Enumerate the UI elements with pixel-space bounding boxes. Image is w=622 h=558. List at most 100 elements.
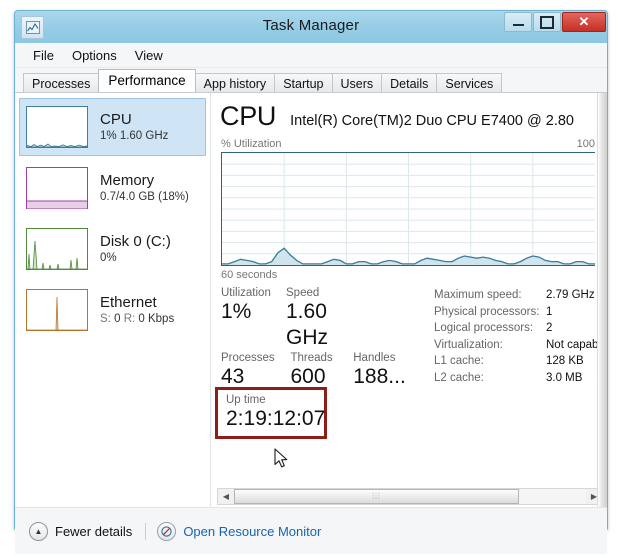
- ethernet-send-value: 0: [114, 313, 121, 326]
- sidebar-item-ethernet-sub: S: 0 R: 0 Kbps: [100, 313, 174, 326]
- ethernet-mini-graph: [26, 289, 88, 331]
- cpu-labels: CPU 1% 1.60 GHz: [100, 111, 168, 143]
- stats-row-2: Processes 43 Threads 600 Handles 188...: [221, 352, 416, 390]
- ethernet-labels: Ethernet S: 0 R: 0 Kbps: [100, 294, 174, 326]
- cpu-header: CPU Intel(R) Core(TM)2 Duo CPU E7400 @ 2…: [211, 93, 607, 132]
- menu-item-view[interactable]: View: [126, 46, 172, 65]
- menu-item-options[interactable]: Options: [63, 46, 126, 65]
- cpu-stats-left: Utilization 1% Speed 1.60 GHz Processes: [221, 287, 416, 390]
- scrollbar-track[interactable]: ⦙⦙⦙: [234, 489, 586, 504]
- chevron-up-icon: ▲: [29, 521, 48, 541]
- ethernet-recv-label: R:: [123, 313, 136, 326]
- uptime-highlight-box: Up time 2:19:12:07: [215, 387, 327, 439]
- minimize-icon: [512, 24, 524, 26]
- resource-monitor-icon: [157, 521, 177, 541]
- page-title: CPU: [220, 101, 277, 131]
- cpu-stats: Utilization 1% Speed 1.60 GHz Processes: [211, 281, 607, 390]
- task-manager-window: Task Manager ✕ File Options View Process…: [14, 10, 608, 554]
- open-resource-monitor-link[interactable]: Open Resource Monitor: [157, 521, 322, 541]
- stats-row-1: Utilization 1% Speed 1.60 GHz: [221, 287, 416, 352]
- cpu-stats-right: Maximum speed: 2.79 GHz Physical process…: [434, 287, 607, 390]
- menu-item-file[interactable]: File: [24, 46, 63, 65]
- title-bar[interactable]: Task Manager ✕: [15, 11, 607, 43]
- tab-performance[interactable]: Performance: [98, 69, 196, 92]
- tab-details[interactable]: Details: [381, 73, 438, 92]
- stat-threads-label: Threads: [290, 351, 333, 364]
- tab-app-history[interactable]: App history: [194, 73, 276, 92]
- stat-physical-processors-value: 1: [546, 305, 553, 318]
- stat-utilization-label: Utilization: [221, 287, 271, 299]
- stat-speed-label: Speed: [286, 287, 320, 299]
- status-divider: [145, 522, 147, 540]
- horizontal-scrollbar[interactable]: ◀ ⦙⦙⦙ ▶: [217, 488, 603, 505]
- graph-y-max: 100: [576, 138, 595, 150]
- stat-l2-cache: L2 cache: 3.0 MB: [434, 370, 607, 387]
- stat-handles-value: 188...: [353, 364, 406, 388]
- stat-l2-cache-label: L2 cache:: [434, 371, 484, 384]
- close-icon: ✕: [578, 14, 590, 29]
- fewer-details-button[interactable]: ▲ Fewer details: [29, 521, 132, 541]
- disk-mini-graph: [26, 228, 88, 270]
- stat-processes-value: 43: [221, 364, 245, 388]
- close-button[interactable]: ✕: [562, 12, 606, 32]
- sidebar-item-memory-title: Memory: [100, 171, 155, 189]
- stat-speed-value: 1.60 GHz: [286, 300, 328, 350]
- minimize-button[interactable]: [504, 12, 532, 32]
- tab-services[interactable]: Services: [436, 73, 503, 92]
- menu-bar: File Options View: [15, 43, 607, 68]
- sidebar-item-cpu[interactable]: CPU 1% 1.60 GHz: [19, 98, 206, 156]
- content-area: CPU 1% 1.60 GHz Memory 0.7/4.0 GB (18%) …: [15, 93, 607, 507]
- stat-physical-processors: Physical processors: 1: [434, 304, 607, 321]
- sidebar-item-memory-sub: 0.7/4.0 GB (18%): [100, 191, 189, 204]
- uptime-value: 2:19:12:07: [226, 407, 326, 430]
- stat-max-speed-label: Maximum speed:: [434, 289, 522, 301]
- resource-monitor-label: Open Resource Monitor: [183, 523, 322, 539]
- cpu-utilization-chart: [221, 152, 595, 266]
- stat-processes: Processes 43: [221, 352, 291, 390]
- sidebar-item-ethernet-title: Ethernet: [100, 293, 157, 311]
- stat-l1-cache-label: L1 cache:: [434, 355, 484, 367]
- resource-sidebar: CPU 1% 1.60 GHz Memory 0.7/4.0 GB (18%) …: [15, 93, 211, 507]
- stat-threads: Threads 600: [291, 352, 354, 390]
- window-controls: ✕: [503, 12, 606, 32]
- disk-labels: Disk 0 (C:) 0%: [100, 233, 171, 265]
- stat-l2-cache-value: 3.0 MB: [546, 371, 583, 384]
- sidebar-item-cpu-title: CPU: [100, 110, 132, 128]
- maximize-button[interactable]: [533, 12, 561, 32]
- scroll-left-arrow-icon[interactable]: ◀: [218, 489, 234, 504]
- stat-handles: Handles 188...: [353, 352, 416, 390]
- cpu-mini-graph: [26, 106, 88, 148]
- sidebar-item-ethernet[interactable]: Ethernet S: 0 R: 0 Kbps: [19, 281, 206, 339]
- stat-l1-cache-value: 128 KB: [546, 355, 584, 367]
- scrollbar-thumb[interactable]: ⦙⦙⦙: [234, 489, 520, 504]
- cpu-model-name: Intel(R) Core(TM)2 Duo CPU E7400 @ 2.80: [290, 113, 574, 129]
- tab-strip: Processes Performance App history Startu…: [15, 68, 607, 93]
- stat-utilization: Utilization 1%: [221, 287, 286, 352]
- screenshot-root: Task Manager ✕ File Options View Process…: [0, 0, 622, 558]
- stat-l1-cache: L1 cache: 128 KB: [434, 353, 607, 370]
- cpu-detail-panel: CPU Intel(R) Core(TM)2 Duo CPU E7400 @ 2…: [211, 93, 607, 507]
- sidebar-item-disk-sub: 0%: [100, 252, 117, 265]
- graph-y-label: % Utilization: [221, 138, 282, 150]
- memory-labels: Memory 0.7/4.0 GB (18%): [100, 172, 189, 204]
- graph-axis-labels: % Utilization 100: [211, 132, 607, 152]
- sidebar-item-memory[interactable]: Memory 0.7/4.0 GB (18%): [19, 159, 206, 217]
- stat-physical-processors-label: Physical processors:: [434, 305, 540, 318]
- stat-utilization-value: 1%: [221, 300, 252, 323]
- ethernet-recv-value: 0 Kbps: [138, 313, 175, 326]
- tab-startup[interactable]: Startup: [274, 73, 333, 92]
- tab-users[interactable]: Users: [331, 73, 383, 92]
- ethernet-send-label: S:: [100, 313, 111, 326]
- tab-processes[interactable]: Processes: [23, 73, 100, 92]
- stat-logical-processors: Logical processors: 2: [434, 320, 607, 337]
- stat-handles-label: Handles: [353, 351, 396, 364]
- status-bar: ▲ Fewer details Open Resource Monitor: [15, 507, 607, 554]
- uptime-label: Up time: [226, 394, 266, 406]
- stat-virtualization-value: Not capabl: [546, 338, 601, 351]
- sidebar-item-disk-title: Disk 0 (C:): [100, 232, 171, 250]
- stat-logical-processors-value: 2: [546, 322, 553, 334]
- stat-threads-value: 600: [290, 364, 326, 388]
- stat-virtualization: Virtualization: Not capabl: [434, 337, 607, 354]
- stat-max-speed: Maximum speed: 2.79 GHz: [434, 287, 607, 304]
- sidebar-item-disk[interactable]: Disk 0 (C:) 0%: [19, 220, 206, 278]
